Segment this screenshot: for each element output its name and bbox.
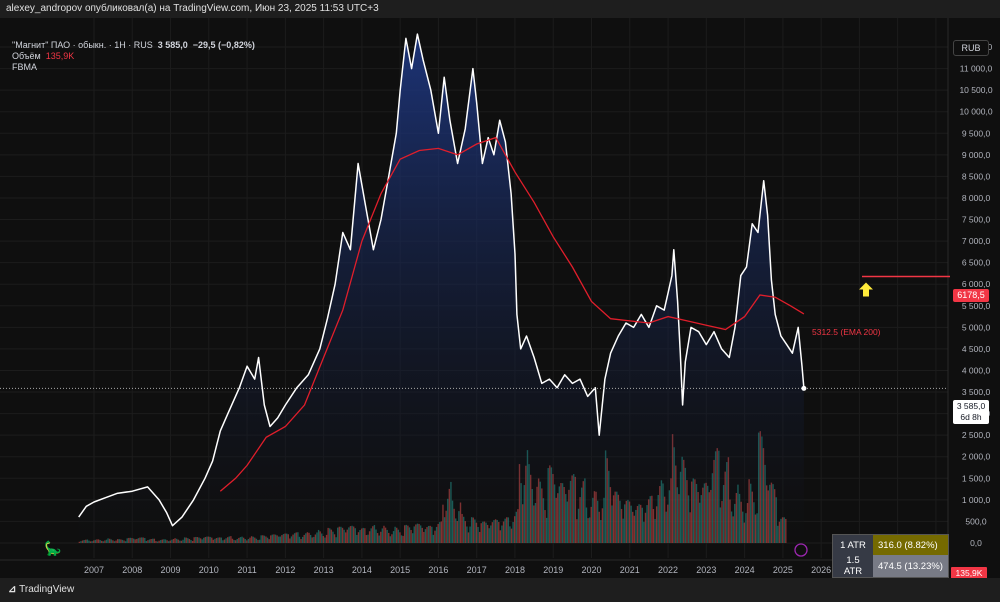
tradingview-logo-icon[interactable]: ⊿ (8, 584, 19, 595)
atr-key: 1.5 ATR (833, 555, 873, 577)
atr-table: 1 ATR 316.0 (8.82%) 1.5 ATR 474.5 (13.23%) (832, 534, 949, 578)
price-tick-label: 2 000,0 (962, 452, 991, 462)
price-tick-label: 5 000,0 (962, 322, 991, 332)
symbol-name[interactable]: "Магнит" ПАО · обыкн. · 1H · RUS (12, 40, 153, 50)
dino-icon: 🦕 (44, 540, 61, 557)
publisher-text: alexey_andropov опубликовал(а) на Tradin… (6, 3, 379, 14)
current-price: 3 585,0 (956, 401, 986, 411)
year-label: 2015 (390, 565, 410, 575)
last-price-dot (801, 385, 807, 391)
price-tick-label: 8 500,0 (962, 171, 991, 181)
price-tick-label: 2 500,0 (962, 430, 991, 440)
price-tick-label: 7 500,0 (962, 215, 991, 225)
price-tick-label: 6 500,0 (962, 258, 991, 268)
price-chart[interactable]: 11 500,011 000,010 500,010 000,09 500,09… (0, 18, 1000, 578)
volume-value: 135,9K (45, 51, 75, 61)
atr-value: 474.5 (13.23%) (873, 555, 948, 577)
atr-key: 1 ATR (833, 535, 873, 555)
year-label: 2008 (122, 565, 142, 575)
price-tick-label: 7 000,0 (962, 236, 991, 246)
year-label: 2024 (735, 565, 755, 575)
year-label: 2013 (314, 565, 334, 575)
year-label: 2023 (696, 565, 716, 575)
last-price: 3 585,0 (157, 40, 188, 50)
year-label: 2025 (773, 565, 793, 575)
price-tick-label: 5 500,0 (962, 301, 991, 311)
price-tick-label: 500,0 (965, 516, 987, 526)
year-label: 2007 (84, 565, 104, 575)
price-tick-label: 10 500,0 (959, 85, 992, 95)
year-label: 2011 (237, 565, 256, 575)
year-label: 2010 (199, 565, 219, 575)
brand-name[interactable]: TradingView (19, 584, 74, 595)
price-tick-label: 1 000,0 (962, 495, 991, 505)
year-label: 2026 (811, 565, 831, 575)
price-tick-label: 9 500,0 (962, 128, 991, 138)
volume-label[interactable]: Объём (12, 51, 41, 61)
price-tick-label: 4 500,0 (962, 344, 991, 354)
chart-pane[interactable]: 11 500,011 000,010 500,010 000,09 500,09… (0, 18, 1000, 579)
year-label: 2017 (467, 565, 487, 575)
price-tick-label: 4 000,0 (962, 365, 991, 375)
price-tick-label: 3 500,0 (962, 387, 991, 397)
indicator-label[interactable]: FBMA (12, 62, 37, 72)
year-label: 2021 (620, 565, 640, 575)
year-label: 2012 (275, 565, 295, 575)
price-tick-label: 0,0 (970, 538, 982, 548)
year-label: 2016 (428, 565, 448, 575)
price-tick-label: 10 000,0 (959, 107, 992, 117)
bar-countdown: 6d 8h (960, 412, 982, 422)
year-label: 2020 (581, 565, 601, 575)
level-price-tag: 6178,5 (953, 289, 989, 302)
year-label: 2018 (505, 565, 525, 575)
price-tick-label: 6 000,0 (962, 279, 991, 289)
year-label: 2022 (658, 565, 678, 575)
price-tick-label: 11 000,0 (960, 64, 993, 74)
year-label: 2014 (352, 565, 372, 575)
year-label: 2009 (161, 565, 181, 575)
current-price-tag: 3 585,0 6d 8h (953, 400, 989, 424)
footer: ⊿ TradingView (0, 578, 1000, 602)
price-change: −29,5 (−0,82%) (192, 40, 255, 50)
year-label: 2019 (543, 565, 563, 575)
chart-legend: "Магнит" ПАО · обыкн. · 1H · RUS 3 585,0… (12, 40, 255, 73)
price-tick-label: 1 500,0 (962, 473, 991, 483)
price-tick-label: 9 000,0 (962, 150, 991, 160)
currency-button[interactable]: RUB (953, 40, 989, 56)
atr-value: 316.0 (8.82%) (873, 535, 948, 555)
publisher-bar: alexey_andropov опубликовал(а) на Tradin… (0, 0, 1000, 18)
ema-label: 5312.5 (EMA 200) (812, 327, 881, 337)
replay-lightning-icon (794, 543, 808, 557)
price-tick-label: 8 000,0 (962, 193, 991, 203)
